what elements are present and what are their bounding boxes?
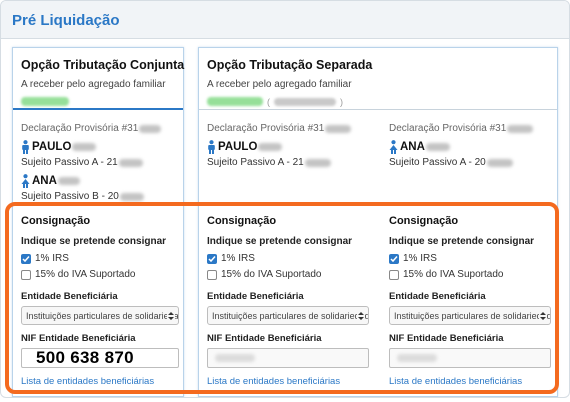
consignacao-title: Consignação [207, 215, 277, 227]
card-tributacao-conjunta[interactable]: Opção Tributação Conjunta A receber pelo… [12, 47, 184, 397]
conjunta-declaration: Declaração Provisória #31 PAULO Sujeito … [21, 122, 181, 203]
conjunta-summary: Opção Tributação Conjunta A receber pelo… [13, 48, 185, 110]
amount-redacted [21, 97, 69, 106]
separada-subtitle: A receber pelo agregado familiar [207, 79, 352, 90]
check-icon [390, 255, 398, 262]
separada-declaration-b: Declaração Provisória #31 ANA Sujeito Pa… [389, 122, 557, 169]
nif-label: NIF Entidade Beneficiária [21, 333, 136, 344]
consignacao-question: Indique se pretende consignar [207, 236, 353, 247]
panel-header: Pré Liquidação [1, 1, 569, 39]
checkbox-iva[interactable] [207, 269, 217, 280]
nif-input[interactable] [207, 348, 369, 368]
check-icon [208, 255, 216, 262]
lista-entidades-link[interactable]: Lista de entidades beneficiárias [207, 376, 369, 387]
declaration-label: Declaração Provisória #31 [207, 122, 377, 135]
nif-input[interactable]: 500 638 870 [21, 348, 179, 368]
consignacao-question: Indique se pretende consignar [21, 236, 167, 247]
separada-consignacao-a: Consignação Indique se pretende consigna… [207, 215, 369, 387]
conjunta-title: Opção Tributação Conjunta [21, 58, 185, 72]
entity-label: Entidade Beneficiária [389, 291, 486, 302]
pre-liquidacao-panel: Pré Liquidação Opção Tributação Conjunta… [0, 0, 570, 398]
subject-a: Sujeito Passivo A - 20 [389, 156, 557, 169]
nif-label: NIF Entidade Beneficiária [207, 333, 322, 344]
option-irs[interactable]: 1% IRS [207, 252, 369, 265]
option-irs[interactable]: 1% IRS [389, 252, 551, 265]
updown-arrow-icon [539, 310, 547, 322]
person-male-icon [22, 139, 29, 154]
subject-a: Sujeito Passivo A - 21 [21, 156, 181, 169]
declaration-label: Declaração Provisória #31 [21, 122, 181, 135]
separada-declaration-a: Declaração Provisória #31 PAULO Sujeito … [207, 122, 377, 169]
separada-title: Opção Tributação Separada [207, 58, 373, 72]
nif-input[interactable] [389, 348, 551, 368]
person-male-icon [208, 139, 215, 154]
checkbox-irs[interactable] [21, 253, 31, 264]
card-tributacao-separada[interactable]: Opção Tributação Separada A receber pelo… [198, 47, 558, 397]
amount-redacted [207, 97, 263, 106]
person-ana: ANA [389, 139, 557, 154]
updown-arrow-icon [167, 310, 175, 322]
nif-redacted [397, 354, 437, 362]
option-iva[interactable]: 15% do IVA Suportado [21, 268, 179, 281]
conjunta-subtitle: A receber pelo agregado familiar [21, 79, 166, 90]
amount-detail-redacted [274, 97, 336, 106]
consignacao-title: Consignação [21, 215, 91, 227]
conjunta-amount [21, 96, 175, 107]
option-iva[interactable]: 15% do IVA Suportado [207, 268, 369, 281]
updown-arrow-icon [357, 310, 365, 322]
consignacao-title: Consignação [389, 215, 459, 227]
person-ana: ANA [21, 173, 181, 188]
lista-entidades-link[interactable]: Lista de entidades beneficiárias [389, 376, 551, 387]
nif-label: NIF Entidade Beneficiária [389, 333, 504, 344]
separada-consignacao-b: Consignação Indique se pretende consigna… [389, 215, 551, 387]
checkbox-irs[interactable] [207, 253, 217, 264]
declaration-label: Declaração Provisória #31 [389, 122, 557, 135]
entity-label: Entidade Beneficiária [207, 291, 304, 302]
option-irs[interactable]: 1% IRS [21, 252, 179, 265]
person-female-icon [21, 173, 30, 188]
separada-summary: Opção Tributação Separada A receber pelo… [199, 48, 557, 110]
entity-select[interactable]: Instituições particulares de solidarieda… [207, 306, 369, 325]
nif-redacted [215, 354, 255, 362]
check-icon [22, 255, 30, 262]
checkbox-iva[interactable] [389, 269, 399, 280]
person-paulo: PAULO [21, 139, 181, 154]
entity-select[interactable]: Instituições particulares de solidarieda… [389, 306, 551, 325]
subject-b: Sujeito Passivo B - 20 [21, 190, 181, 203]
checkbox-irs[interactable] [389, 253, 399, 264]
checkbox-iva[interactable] [21, 269, 31, 280]
separada-amount: ( ) [207, 96, 549, 107]
conjunta-consignacao: Consignação Indique se pretende consigna… [21, 215, 179, 387]
subject-a: Sujeito Passivo A - 21 [207, 156, 377, 169]
person-paulo: PAULO [207, 139, 377, 154]
entity-select[interactable]: Instituições particulares de solidarieda… [21, 306, 179, 325]
option-iva[interactable]: 15% do IVA Suportado [389, 268, 551, 281]
entity-label: Entidade Beneficiária [21, 291, 118, 302]
page-title: Pré Liquidação [12, 12, 120, 29]
person-female-icon [389, 139, 398, 154]
consignacao-question: Indique se pretende consignar [389, 236, 535, 247]
lista-entidades-link[interactable]: Lista de entidades beneficiárias [21, 376, 179, 387]
